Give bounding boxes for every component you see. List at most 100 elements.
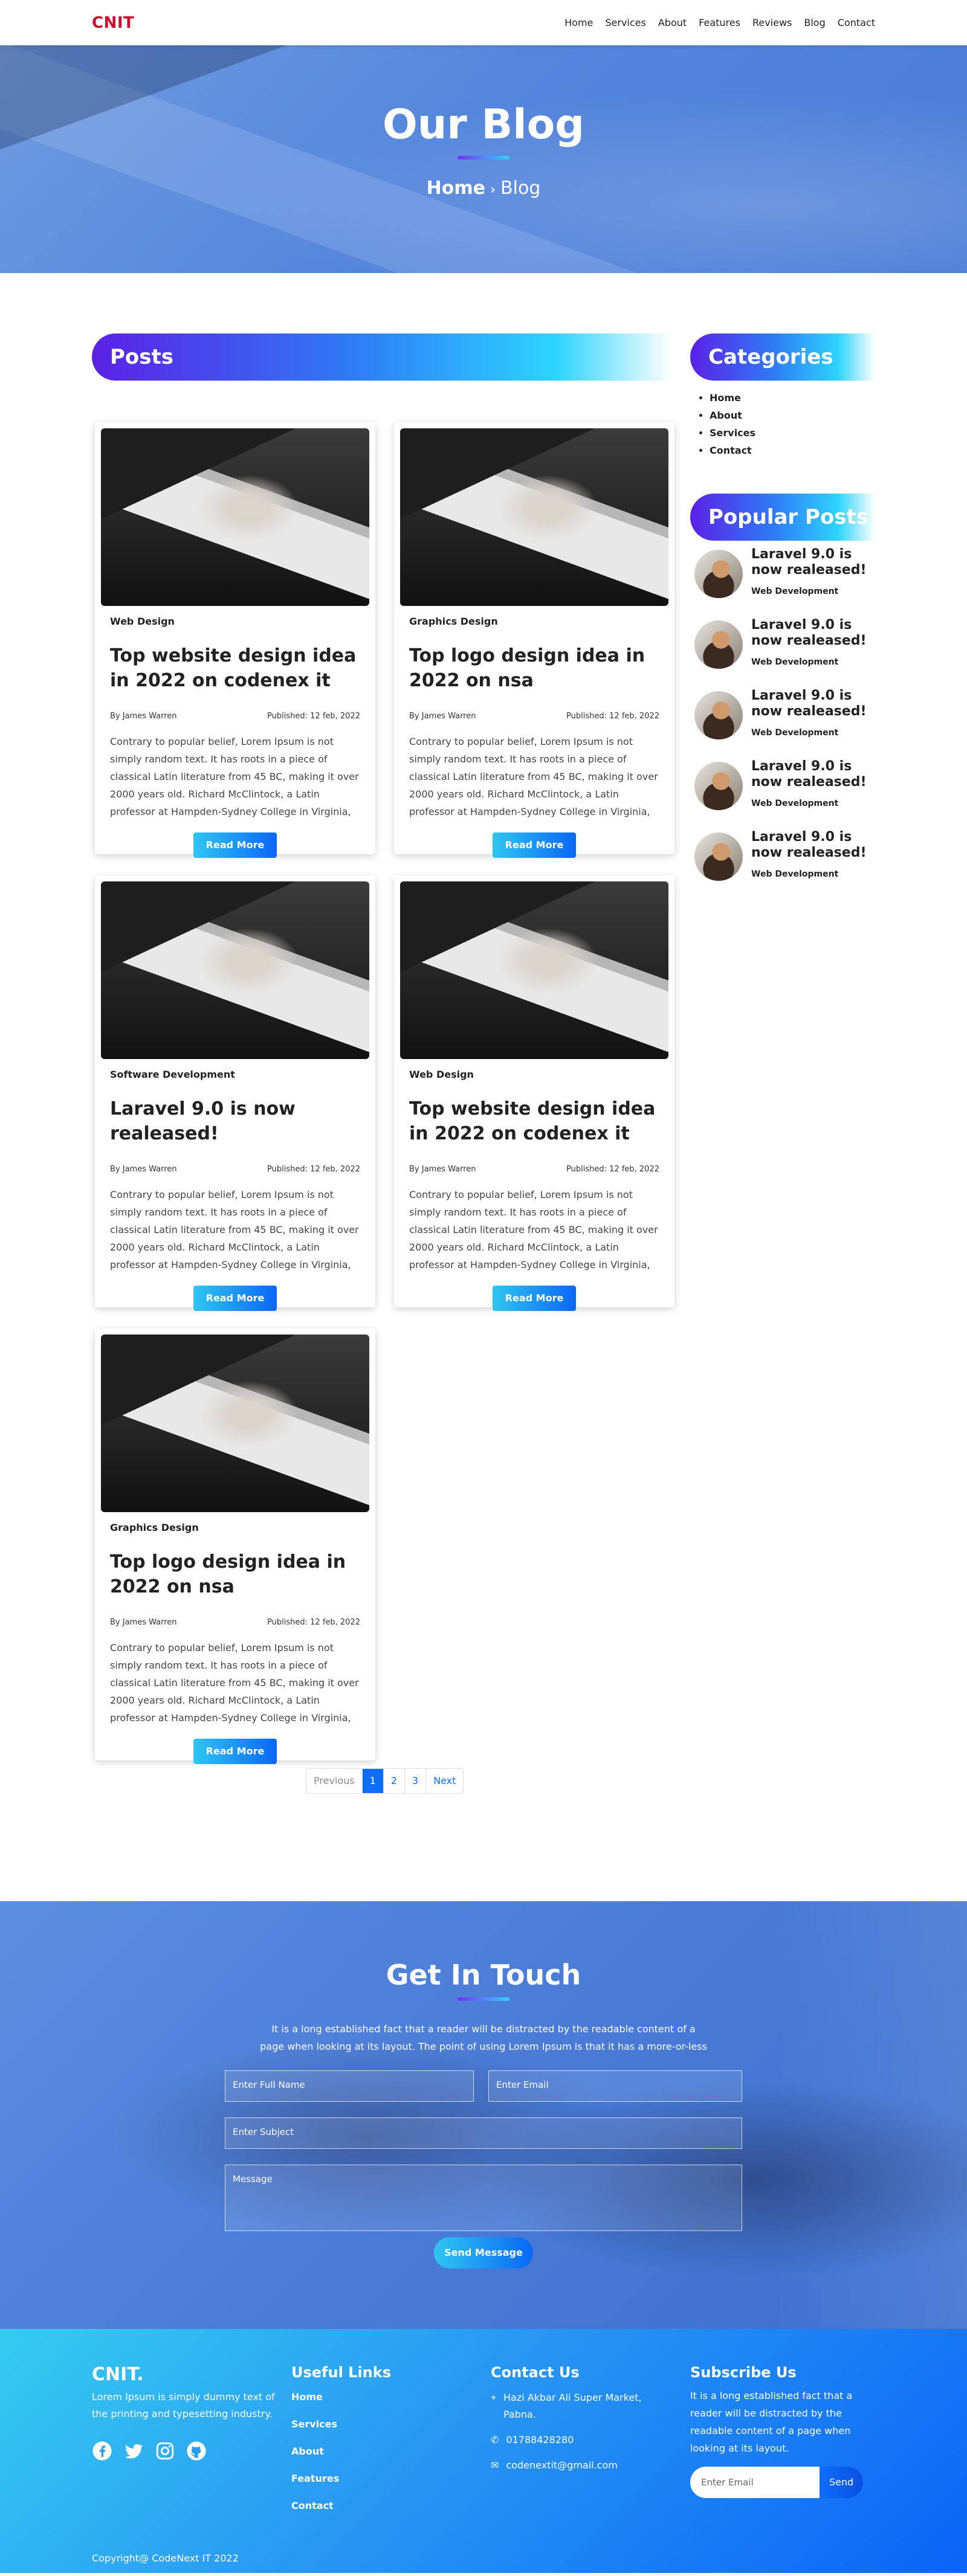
phone-text[interactable]: 01788428280 — [506, 2432, 574, 2449]
chevron-right-icon: › — [490, 182, 496, 198]
category-link[interactable]: Services — [710, 424, 755, 442]
popular-post-title[interactable]: Laravel 9.0 is now realeased! — [751, 829, 876, 861]
post-image[interactable] — [400, 428, 668, 606]
nav-item-blog[interactable]: Blog — [804, 17, 825, 28]
post-title[interactable]: Top logo design idea in 2022 on nsa — [409, 644, 659, 698]
post-image[interactable] — [101, 1335, 369, 1512]
category-list: Home About Services Contact — [707, 389, 755, 459]
post-category[interactable]: Software Development — [110, 1069, 369, 1080]
post-category[interactable]: Web Design — [110, 616, 369, 627]
email-input[interactable]: Enter Email — [488, 2070, 742, 2102]
read-more-button[interactable]: Read More — [493, 832, 576, 858]
popular-post-category: Web Development — [751, 799, 839, 808]
post-category[interactable]: Graphics Design — [110, 1522, 369, 1533]
pagination-next[interactable]: Next — [426, 1769, 463, 1793]
category-link[interactable]: About — [710, 407, 755, 424]
footer-about-text: Lorem Ipsum is simply dummy text of the … — [92, 2391, 275, 2420]
read-more-button[interactable]: Read More — [193, 1286, 277, 1311]
post-card: Graphics Design Top logo design idea in … — [394, 422, 674, 858]
pagination-previous[interactable]: Previous — [306, 1769, 363, 1793]
popular-post-category: Web Development — [751, 587, 839, 596]
post-date: Published: 12 feb, 2022 — [267, 712, 360, 721]
nav-item-home[interactable]: Home — [564, 17, 593, 28]
popular-post-category: Web Development — [751, 657, 839, 667]
subscribe-email-input[interactable]: Enter Email — [690, 2467, 826, 2498]
post-author: By James Warren — [409, 712, 476, 721]
post-title[interactable]: Top website design idea in 2022 on coden… — [110, 644, 360, 698]
location-pin-icon: ⌖ — [491, 2392, 497, 2403]
subject-input[interactable]: Enter Subject — [225, 2117, 742, 2149]
popular-post-title[interactable]: Laravel 9.0 is now realeased! — [751, 617, 876, 649]
top-navbar: CNIT Home Services About Features Review… — [0, 0, 967, 45]
post-card: Web Design Top website design idea in 20… — [95, 422, 375, 858]
popular-post-thumbnail — [694, 832, 743, 881]
footer-link-features[interactable]: Features — [291, 2465, 391, 2492]
footer-link-services[interactable]: Services — [291, 2410, 391, 2438]
popular-post-item[interactable]: Laravel 9.0 is now realeased! Web Develo… — [694, 617, 876, 678]
nav-item-features[interactable]: Features — [699, 17, 740, 28]
hero-banner: Our Blog Home › Blog — [0, 45, 967, 273]
contact-us-heading: Contact Us — [491, 2364, 580, 2381]
breadcrumb-current: Blog — [500, 178, 541, 199]
post-meta: By James Warren Published: 12 feb, 2022 — [110, 712, 360, 721]
read-more-button[interactable]: Read More — [193, 1739, 277, 1764]
post-title[interactable]: Top logo design idea in 2022 on nsa — [110, 1550, 360, 1605]
post-meta: By James Warren Published: 12 feb, 2022 — [110, 1165, 360, 1174]
post-excerpt: Contrary to popular belief, Lorem Ipsum … — [409, 1189, 658, 1270]
post-card: Web Design Top website design idea in 20… — [394, 875, 674, 1311]
read-more-button[interactable]: Read More — [193, 832, 277, 858]
github-icon[interactable] — [186, 2441, 207, 2466]
nav-item-services[interactable]: Services — [605, 17, 645, 28]
subscribe-send-button[interactable]: Send — [820, 2467, 863, 2498]
nav-item-about[interactable]: About — [658, 17, 687, 28]
popular-post-title[interactable]: Laravel 9.0 is now realeased! — [751, 547, 876, 579]
post-image[interactable] — [101, 428, 369, 606]
footer-link-home[interactable]: Home — [291, 2383, 391, 2410]
post-image[interactable] — [101, 881, 369, 1059]
instagram-icon[interactable] — [155, 2441, 175, 2466]
pagination-page-1[interactable]: 1 — [362, 1769, 384, 1793]
mail-icon: ✉ — [491, 2459, 499, 2471]
email-text[interactable]: codenextit@gmail.com — [506, 2457, 617, 2474]
breadcrumb-home[interactable]: Home — [427, 178, 485, 199]
nav-item-reviews[interactable]: Reviews — [752, 17, 792, 28]
footer-link-contact[interactable]: Contact — [291, 2492, 391, 2519]
popular-post-title[interactable]: Laravel 9.0 is now realeased! — [751, 688, 876, 720]
title-underline — [458, 1997, 509, 2001]
nav-item-contact[interactable]: Contact — [838, 17, 875, 28]
popular-post-item[interactable]: Laravel 9.0 is now realeased! Web Develo… — [694, 688, 876, 749]
footer-brand[interactable]: CNIT. — [92, 2364, 279, 2385]
post-title[interactable]: Top website design idea in 2022 on coden… — [409, 1097, 659, 1151]
breadcrumb: Home › Blog — [0, 178, 967, 199]
read-more-button[interactable]: Read More — [493, 1286, 576, 1311]
pagination-page-3[interactable]: 3 — [405, 1769, 427, 1793]
popular-post-item[interactable]: Laravel 9.0 is now realeased! Web Develo… — [694, 829, 876, 890]
category-link[interactable]: Contact — [710, 442, 755, 459]
pagination: Previous 1 2 3 Next — [306, 1768, 464, 1794]
twitter-icon[interactable] — [123, 2441, 144, 2466]
facebook-icon[interactable] — [92, 2441, 112, 2466]
footer-link-about[interactable]: About — [291, 2438, 391, 2465]
popular-post-item[interactable]: Laravel 9.0 is now realeased! Web Develo… — [694, 759, 876, 819]
post-category[interactable]: Graphics Design — [409, 616, 668, 627]
footer-subscribe: Subscribe Us It is a long established fa… — [690, 2364, 870, 2498]
post-card: Graphics Design Top logo design idea in … — [95, 1328, 375, 1764]
phone-icon: ✆ — [491, 2434, 499, 2446]
brand-logo[interactable]: CNIT — [92, 14, 134, 32]
post-date: Published: 12 feb, 2022 — [566, 1165, 659, 1174]
address-text: Hazi Akbar Ali Super Market, Pabna. — [503, 2392, 642, 2420]
popular-post-item[interactable]: Laravel 9.0 is now realeased! Web Develo… — [694, 547, 876, 607]
message-textarea[interactable]: Message — [225, 2165, 742, 2231]
pagination-page-2[interactable]: 2 — [384, 1769, 405, 1793]
social-links — [92, 2441, 279, 2466]
copyright: Copyright@ CodeNext IT 2022 — [92, 2552, 239, 2564]
full-name-input[interactable]: Enter Full Name — [225, 2070, 474, 2102]
post-image[interactable] — [400, 881, 668, 1059]
footer-contact: Contact Us ⌖ Hazi Akbar Ali Super Market,… — [491, 2364, 672, 2474]
send-message-button[interactable]: Send Message — [434, 2237, 533, 2268]
post-author: By James Warren — [110, 712, 177, 721]
popular-post-title[interactable]: Laravel 9.0 is now realeased! — [751, 759, 876, 791]
post-title[interactable]: Laravel 9.0 is now realeased! — [110, 1097, 360, 1151]
post-category[interactable]: Web Design — [409, 1069, 668, 1080]
category-link[interactable]: Home — [710, 389, 755, 407]
